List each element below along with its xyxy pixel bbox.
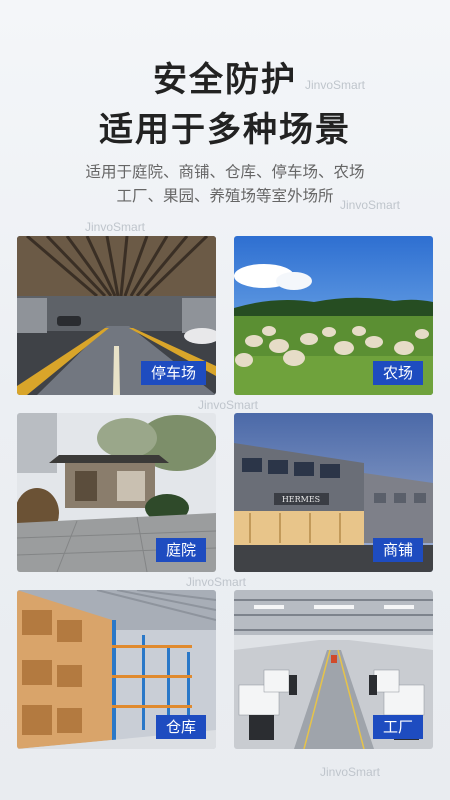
scene-label: 工厂 [372, 715, 423, 739]
scene-label: 农场 [372, 361, 423, 385]
scene-label: 停车场 [140, 361, 206, 385]
page-title-line2: 适用于多种场景 [99, 110, 351, 150]
watermark: JinvoSmart [320, 765, 381, 779]
page-title-line1: 安全防护 [153, 60, 297, 100]
scene-card-shop[interactable]: HERMES 商铺 [234, 413, 433, 572]
watermark: JinvoSmart [186, 575, 247, 589]
watermark: JinvoSmart [198, 398, 259, 412]
scene-card-farm[interactable]: 农场 [234, 236, 433, 395]
subtitle-line1: 适用于庭院、商铺、仓库、停车场、农场 [85, 163, 365, 181]
watermark: JinvoSmart [85, 220, 146, 234]
scene-card-parking[interactable]: 停车场 [17, 236, 216, 395]
scene-label: 庭院 [155, 538, 206, 562]
scene-label: 商铺 [372, 538, 423, 562]
watermark: JinvoSmart [340, 198, 401, 212]
scene-card-factory[interactable]: 工厂 [234, 590, 433, 749]
scene-label: 仓库 [155, 715, 206, 739]
scene-card-warehouse[interactable]: 仓库 [17, 590, 216, 749]
store-sign: HERMES [282, 495, 320, 504]
watermark: JinvoSmart [305, 78, 366, 92]
scene-card-courtyard[interactable]: 庭院 [17, 413, 216, 572]
